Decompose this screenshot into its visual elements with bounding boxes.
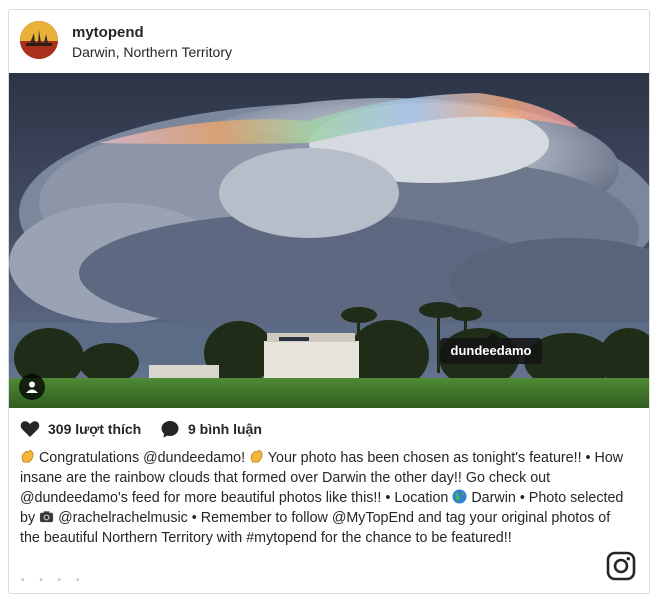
instagram-embed-card: mytopend Darwin, Northern Territory dund…: [8, 9, 650, 594]
comment-icon: [161, 421, 179, 438]
heart-icon: [20, 421, 40, 437]
instagram-logo-icon[interactable]: [606, 551, 636, 581]
profile-avatar[interactable]: [20, 21, 58, 59]
comments-label: 9 bình luận: [188, 421, 262, 437]
globe-icon: [452, 489, 467, 504]
caption-fade-dots: • • • •: [21, 575, 86, 586]
post-actions: 309 lượt thích 9 bình luận: [9, 417, 649, 441]
post-header: mytopend Darwin, Northern Territory: [9, 10, 649, 73]
likes-count[interactable]: 309 lượt thích: [20, 417, 141, 441]
post-photo[interactable]: dundeedamo: [9, 73, 649, 408]
clapping-hands-icon: [21, 450, 34, 463]
post-username[interactable]: mytopend: [72, 24, 144, 41]
comments-count[interactable]: 9 bình luận: [160, 417, 262, 441]
tagged-user-label[interactable]: dundeedamo: [440, 332, 542, 364]
caption-text-1: Congratulations @dundeedamo!: [38, 450, 246, 466]
post-location[interactable]: Darwin, Northern Territory: [72, 44, 232, 60]
user-tag-button[interactable]: [19, 374, 45, 400]
user-tag-icon: [26, 381, 38, 393]
clapping-hands-icon: [250, 450, 263, 463]
caption-text-4: @rachelrachelmusic • Remember to follow …: [20, 510, 611, 546]
post-caption: Congratulations @dundeedamo! Your photo …: [20, 448, 624, 548]
likes-label: 309 lượt thích: [48, 421, 142, 437]
camera-icon: [40, 511, 54, 523]
